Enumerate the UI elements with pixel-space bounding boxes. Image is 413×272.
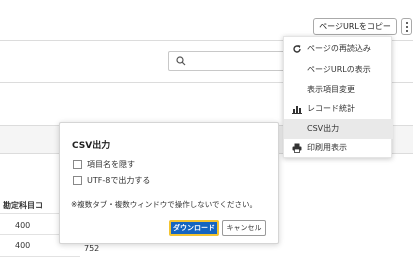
menu-item-label: 印刷用表示 — [307, 143, 347, 152]
option-label: UTF-8で出力する — [87, 176, 151, 185]
more-options-button[interactable] — [401, 18, 412, 35]
menu-item-label: CSV出力 — [307, 124, 340, 133]
dialog-title: CSV出力 — [72, 141, 111, 151]
more-options-menu: ページの再読込み ページURLの表示 表示項目変更 レコード統計 CSV出力 印… — [283, 36, 393, 158]
table-cell-value: 752 — [84, 244, 100, 253]
copy-page-url-button[interactable]: ページURLをコピー — [313, 18, 397, 35]
kebab-dot-icon — [406, 26, 408, 28]
reload-icon — [293, 45, 301, 53]
menu-item-label: ページURLの表示 — [307, 65, 371, 74]
csv-export-dialog: CSV出力 項目名を隠す UTF-8で出力する ※複数タブ・複数ウィンドウで操作… — [59, 122, 279, 244]
menu-item-reload[interactable]: ページの再読込み — [284, 39, 393, 59]
printer-icon — [292, 143, 302, 153]
bar-chart-icon — [292, 106, 302, 114]
menu-item-label: ページの再読込み — [307, 44, 371, 53]
table-cell-code: 400 — [15, 241, 31, 250]
menu-item-label: 表示項目変更 — [307, 85, 355, 94]
menu-item-csv-export[interactable]: CSV出力 — [284, 119, 393, 139]
search-icon — [176, 56, 186, 66]
hide-field-names-checkbox[interactable] — [73, 160, 82, 169]
download-button[interactable]: ダウンロード — [169, 220, 219, 236]
kebab-dot-icon — [406, 22, 408, 24]
kebab-dot-icon — [406, 30, 408, 32]
menu-item-record-stats[interactable]: レコード統計 — [284, 99, 393, 119]
column-header-account-code: 勘定科目コ — [3, 201, 43, 210]
row-divider — [0, 256, 80, 257]
hide-field-names-option[interactable]: 項目名を隠す — [73, 159, 135, 170]
utf8-export-checkbox[interactable] — [73, 176, 82, 185]
toolbar: ページURLをコピー — [0, 0, 413, 41]
menu-item-label: レコード統計 — [307, 104, 355, 113]
search-input[interactable] — [168, 51, 302, 71]
option-label: 項目名を隠す — [87, 160, 135, 169]
menu-item-show-url[interactable]: ページURLの表示 — [284, 60, 393, 80]
cancel-button[interactable]: キャンセル — [222, 220, 266, 236]
menu-item-print-view[interactable]: 印刷用表示 — [284, 138, 393, 158]
menu-item-change-columns[interactable]: 表示項目変更 — [284, 80, 393, 100]
table-cell-code: 400 — [15, 221, 31, 230]
dialog-warning-note: ※複数タブ・複数ウィンドウで操作しないでください。 — [71, 200, 258, 209]
utf8-export-option[interactable]: UTF-8で出力する — [73, 175, 150, 186]
